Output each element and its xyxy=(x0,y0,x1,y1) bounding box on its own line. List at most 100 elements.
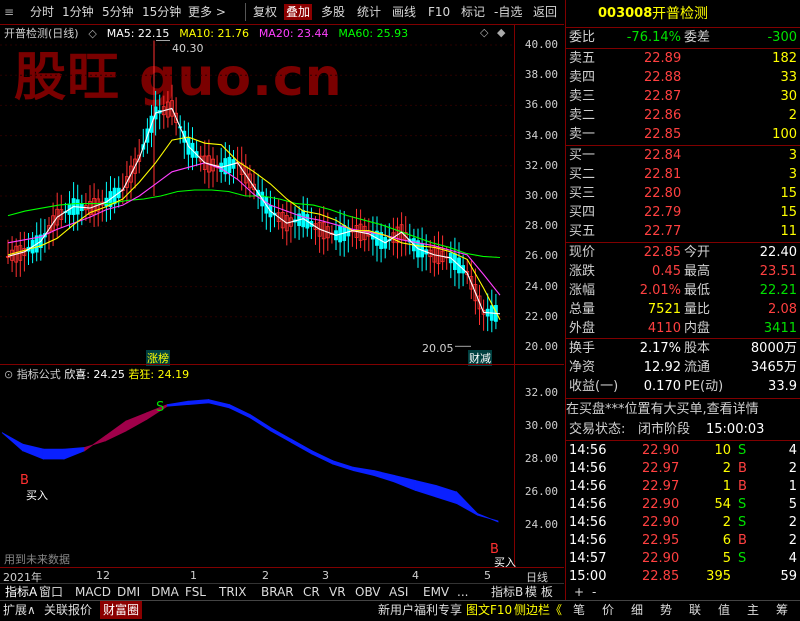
draw-line-button[interactable]: 画线 xyxy=(392,4,416,20)
indicator-band xyxy=(435,484,458,505)
candlestick-plot[interactable] xyxy=(0,25,514,365)
indicator-tab[interactable]: TRIX xyxy=(216,584,249,600)
indicator-tab[interactable]: BRAR xyxy=(258,584,297,600)
level-price: 22.87 xyxy=(644,89,682,104)
indicator-tab[interactable]: 窗口 xyxy=(36,584,66,600)
big-order-alert[interactable]: 在买盘***位置有大买单,查看详情 xyxy=(566,401,800,419)
overlay-button[interactable]: 叠加 xyxy=(284,4,313,20)
indicator-band xyxy=(166,400,189,407)
indicator-band xyxy=(125,412,148,432)
panel-tab[interactable]: 笔 xyxy=(573,601,585,619)
tick-side: B xyxy=(738,461,747,476)
tick-volume: 2 xyxy=(722,461,731,476)
indicator-band xyxy=(228,403,251,419)
level-price: 22.89 xyxy=(644,51,682,66)
indicator-band xyxy=(414,479,437,498)
panel-tab[interactable]: 主 xyxy=(747,601,759,619)
indicator-tab[interactable]: CR xyxy=(300,584,323,600)
indicator-tab[interactable]: FSL xyxy=(182,584,209,600)
bid-row[interactable]: 买三 22.80 15 xyxy=(566,185,800,203)
panel-tab[interactable]: 值 xyxy=(718,601,730,619)
quote-row: 涨幅 2.01% 最低 22.21 xyxy=(566,282,800,300)
commission-diff: -300 xyxy=(767,30,797,45)
indicator-band xyxy=(373,470,396,483)
tick-price: 22.95 xyxy=(642,533,680,548)
indicator-tab[interactable]: ASI xyxy=(386,584,411,600)
commission-diff-label: 委差 xyxy=(684,30,711,45)
buy-signal-text: 买入 xyxy=(26,489,48,502)
indicator-tab[interactable]: VR xyxy=(326,584,349,600)
indicator-tab[interactable]: MACD xyxy=(72,584,114,600)
tick-row: 14:56 22.90 10 S 4 xyxy=(566,442,800,460)
bid-row[interactable]: 买四 22.79 15 xyxy=(566,204,800,222)
panel-tab[interactable]: 联 xyxy=(689,601,701,619)
expand-button[interactable]: 扩展∧ xyxy=(3,601,36,619)
indicator-band xyxy=(394,474,416,491)
stats-button[interactable]: 统计 xyxy=(357,4,381,20)
indicator-tab[interactable]: ... xyxy=(454,584,471,600)
bid-row[interactable]: 买二 22.81 3 xyxy=(566,166,800,184)
indicator-band xyxy=(352,466,375,477)
tick-count: 59 xyxy=(780,569,797,584)
indicator-chart-area[interactable]: ⊙ 指标公式 欣喜: 24.25 若狂: 24.19 32.00 30.00 28.… xyxy=(0,365,564,569)
panel-tab[interactable]: 价 xyxy=(602,601,614,619)
f10-button[interactable]: F10 xyxy=(428,4,450,20)
footer-bar: 扩展∧ 关联报价 财富圈 新用户福利专享 图文F10 侧边栏《 笔价细势联值主筹 xyxy=(0,600,800,621)
remove-watchlist-button[interactable]: -自选 xyxy=(494,4,522,20)
ask-row[interactable]: 卖四 22.88 33 xyxy=(566,69,800,87)
tab-fenshi[interactable]: 分时 xyxy=(30,4,54,20)
tab-5min[interactable]: 5分钟 xyxy=(102,4,134,20)
price-tick: 22.00 xyxy=(524,309,558,323)
quote-label: 内盘 xyxy=(684,321,711,336)
wealth-circle-button[interactable]: 财富圈 xyxy=(100,601,143,619)
tick-price: 22.90 xyxy=(642,497,680,512)
quote-label: 最低 xyxy=(684,283,711,298)
mark-button[interactable]: 标记 xyxy=(461,4,485,20)
tick-price: 22.90 xyxy=(642,515,680,530)
related-quotes-button[interactable]: 关联报价 xyxy=(44,601,92,619)
multi-stock-button[interactable]: 多股 xyxy=(321,4,345,20)
commission-row: 委比 -76.14% 委差 -300 xyxy=(566,29,800,47)
indicator-tab[interactable]: DMI xyxy=(114,584,143,600)
indicator-tab[interactable]: DMA xyxy=(148,584,182,600)
indicator-plot[interactable] xyxy=(0,365,514,567)
panel-tab[interactable]: 细 xyxy=(631,601,643,619)
level-price: 22.77 xyxy=(644,224,682,239)
panel-tab[interactable]: 势 xyxy=(660,601,672,619)
panel-tab[interactable]: 筹 xyxy=(776,601,788,619)
sidebar-toggle-button[interactable]: 侧边栏《 xyxy=(514,601,562,619)
low-price-label: 20.05 xyxy=(422,342,454,355)
tick-row: 14:56 22.97 2 B 2 xyxy=(566,460,800,478)
tab-15min[interactable]: 15分钟 xyxy=(142,4,181,20)
ask-row[interactable]: 卖一 22.85 100 xyxy=(566,126,800,144)
tick-time: 14:56 xyxy=(569,443,607,458)
ask-row[interactable]: 卖五 22.89 182 xyxy=(566,50,800,68)
quote-value: 22.40 xyxy=(759,245,797,260)
indicator-tab[interactable]: EMV xyxy=(420,584,452,600)
promo-link[interactable]: 新用户福利专享 xyxy=(378,601,462,619)
bid-row[interactable]: 买五 22.77 11 xyxy=(566,223,800,241)
ask-row[interactable]: 卖三 22.87 30 xyxy=(566,88,800,106)
main-chart-area[interactable]: 开普检测(日线) ◇ MA5: 22.15 MA10: 21.76 MA20: … xyxy=(0,25,564,366)
tick-volume: 54 xyxy=(714,497,731,512)
indicator-axis: 32.00 30.00 28.00 26.00 24.00 xyxy=(515,365,564,567)
indicator-tab[interactable]: 指标A xyxy=(2,584,40,600)
indicator-band xyxy=(208,399,230,409)
back-button[interactable]: 返回 xyxy=(533,4,557,20)
indicator-tab[interactable]: 模 板 xyxy=(522,584,556,600)
tab-1min[interactable]: 1分钟 xyxy=(62,4,94,20)
indicator-tab[interactable]: 指标B xyxy=(488,584,526,600)
menu-icon[interactable]: ≡ xyxy=(4,4,14,20)
bid-row[interactable]: 买一 22.84 3 xyxy=(566,147,800,165)
tab-more[interactable]: 更多 > xyxy=(188,4,226,20)
price-tick: 24.00 xyxy=(524,279,558,293)
f10-graphic-button[interactable]: 图文F10 xyxy=(466,601,512,619)
ask-row[interactable]: 卖二 22.86 2 xyxy=(566,107,800,125)
indicator-band xyxy=(270,426,292,444)
tick-side: S xyxy=(738,551,747,566)
indicator-band xyxy=(42,448,65,460)
fuquan-button[interactable]: 复权 xyxy=(253,4,277,20)
fund-label: PE(动) xyxy=(684,379,724,394)
indicator-tab[interactable]: OBV xyxy=(352,584,384,600)
quote-label: 现价 xyxy=(569,245,596,260)
